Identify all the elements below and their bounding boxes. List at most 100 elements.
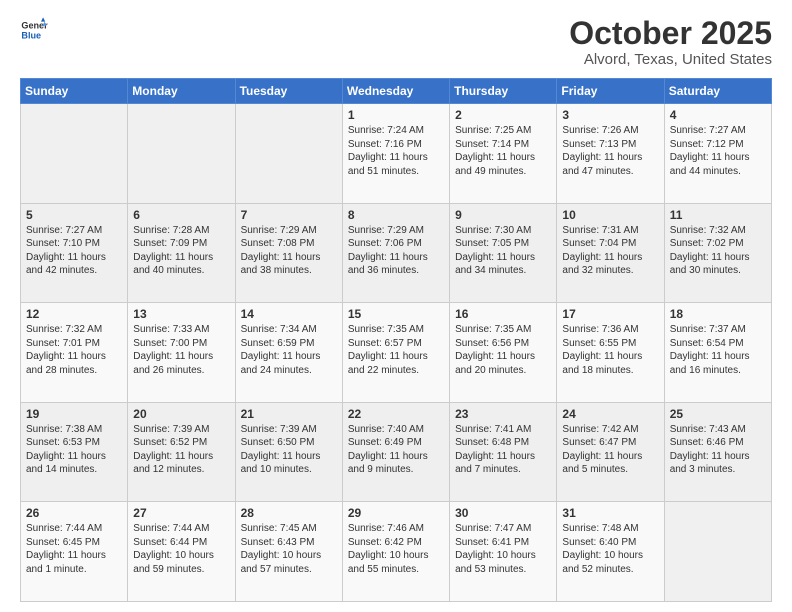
week-row-4: 19 Sunrise: 7:38 AM Sunset: 6:53 PM Dayli… [21,402,772,502]
svg-text:Blue: Blue [21,30,41,40]
day-number: 1 [348,108,444,122]
day-number: 11 [670,208,766,222]
day-info: Sunrise: 7:41 AM Sunset: 6:48 PM Dayligh… [455,423,551,477]
day-cell: 26Sunrise: 7:44 AM Sunset: 6:45 PM Dayli… [21,502,128,602]
day-number: 15 [348,307,444,321]
col-sunday: Sunday [21,79,128,104]
header-row: Sunday Monday Tuesday Wednesday Thursday… [21,79,772,104]
location: Alvord, Texas, United States [569,51,772,68]
week-row-5: 26Sunrise: 7:44 AM Sunset: 6:45 PM Dayli… [21,502,772,602]
day-number: 8 [348,208,444,222]
day-info: Sunrise: 7:42 AM Sunset: 6:47 PM Dayligh… [562,423,658,477]
day-cell: 12 Sunrise: 7:32 AM Sunset: 7:01 PM Dayli… [21,303,128,403]
day-info: Sunrise: 7:36 AM Sunset: 6:55 PM Dayligh… [562,323,658,377]
day-info: Sunrise: 7:43 AM Sunset: 6:46 PM Dayligh… [670,423,766,477]
calendar-header: Sunday Monday Tuesday Wednesday Thursday… [21,79,772,104]
day-cell: 1 Sunrise: 7:24 AM Sunset: 7:16 PM Daylig… [342,104,449,204]
col-monday: Monday [128,79,235,104]
day-cell: 28Sunrise: 7:45 AM Sunset: 6:43 PM Dayli… [235,502,342,602]
day-number: 29 [348,506,444,520]
day-number: 3 [562,108,658,122]
day-info: Sunrise: 7:24 AM Sunset: 7:16 PM Dayligh… [348,124,444,178]
day-number: 7 [241,208,337,222]
calendar-body: 1 Sunrise: 7:24 AM Sunset: 7:16 PM Daylig… [21,104,772,602]
day-number: 13 [133,307,229,321]
day-info: Sunrise: 7:26 AM Sunset: 7:13 PM Dayligh… [562,124,658,178]
day-cell: 2Sunrise: 7:25 AM Sunset: 7:14 PM Daylig… [450,104,557,204]
day-info: Sunrise: 7:38 AM Sunset: 6:53 PM Dayligh… [26,423,122,477]
day-number: 18 [670,307,766,321]
day-cell: 22Sunrise: 7:40 AM Sunset: 6:49 PM Dayli… [342,402,449,502]
day-cell: 11 Sunrise: 7:32 AM Sunset: 7:02 PM Dayli… [664,203,771,303]
day-info: Sunrise: 7:39 AM Sunset: 6:52 PM Dayligh… [133,423,229,477]
day-cell: 19 Sunrise: 7:38 AM Sunset: 6:53 PM Dayli… [21,402,128,502]
day-cell: 3 Sunrise: 7:26 AM Sunset: 7:13 PM Daylig… [557,104,664,204]
day-info: Sunrise: 7:29 AM Sunset: 7:08 PM Dayligh… [241,224,337,278]
day-cell: 24 Sunrise: 7:42 AM Sunset: 6:47 PM Dayli… [557,402,664,502]
day-number: 31 [562,506,658,520]
week-row-3: 12 Sunrise: 7:32 AM Sunset: 7:01 PM Dayli… [21,303,772,403]
day-info: Sunrise: 7:44 AM Sunset: 6:45 PM Dayligh… [26,522,122,576]
day-info: Sunrise: 7:30 AM Sunset: 7:05 PM Dayligh… [455,224,551,278]
week-row-2: 5Sunrise: 7:27 AM Sunset: 7:10 PM Daylig… [21,203,772,303]
day-cell: 21Sunrise: 7:39 AM Sunset: 6:50 PM Dayli… [235,402,342,502]
day-cell: 9 Sunrise: 7:30 AM Sunset: 7:05 PM Daylig… [450,203,557,303]
day-info: Sunrise: 7:32 AM Sunset: 7:01 PM Dayligh… [26,323,122,377]
day-info: Sunrise: 7:46 AM Sunset: 6:42 PM Dayligh… [348,522,444,576]
day-info: Sunrise: 7:48 AM Sunset: 6:40 PM Dayligh… [562,522,658,576]
day-number: 6 [133,208,229,222]
month-title: October 2025 [569,16,772,51]
day-number: 19 [26,407,122,421]
day-cell: 16Sunrise: 7:35 AM Sunset: 6:56 PM Dayli… [450,303,557,403]
day-info: Sunrise: 7:27 AM Sunset: 7:10 PM Dayligh… [26,224,122,278]
day-cell: 13 Sunrise: 7:33 AM Sunset: 7:00 PM Dayli… [128,303,235,403]
day-cell: 10Sunrise: 7:31 AM Sunset: 7:04 PM Dayli… [557,203,664,303]
logo: General Blue [20,16,48,44]
day-cell [21,104,128,204]
day-number: 17 [562,307,658,321]
day-cell: 14Sunrise: 7:34 AM Sunset: 6:59 PM Dayli… [235,303,342,403]
day-number: 9 [455,208,551,222]
day-cell: 27Sunrise: 7:44 AM Sunset: 6:44 PM Dayli… [128,502,235,602]
logo-icon: General Blue [20,16,48,44]
page: General Blue October 2025 Alvord, Texas,… [0,0,792,612]
day-number: 12 [26,307,122,321]
day-info: Sunrise: 7:37 AM Sunset: 6:54 PM Dayligh… [670,323,766,377]
day-number: 22 [348,407,444,421]
calendar-table: Sunday Monday Tuesday Wednesday Thursday… [20,78,772,602]
col-thursday: Thursday [450,79,557,104]
day-cell [128,104,235,204]
day-info: Sunrise: 7:29 AM Sunset: 7:06 PM Dayligh… [348,224,444,278]
col-saturday: Saturday [664,79,771,104]
day-info: Sunrise: 7:28 AM Sunset: 7:09 PM Dayligh… [133,224,229,278]
col-wednesday: Wednesday [342,79,449,104]
day-number: 23 [455,407,551,421]
day-info: Sunrise: 7:39 AM Sunset: 6:50 PM Dayligh… [241,423,337,477]
day-cell: 25Sunrise: 7:43 AM Sunset: 6:46 PM Dayli… [664,402,771,502]
day-number: 4 [670,108,766,122]
day-cell: 17 Sunrise: 7:36 AM Sunset: 6:55 PM Dayli… [557,303,664,403]
day-cell: 8 Sunrise: 7:29 AM Sunset: 7:06 PM Daylig… [342,203,449,303]
day-cell: 15 Sunrise: 7:35 AM Sunset: 6:57 PM Dayli… [342,303,449,403]
day-info: Sunrise: 7:35 AM Sunset: 6:57 PM Dayligh… [348,323,444,377]
day-cell: 7 Sunrise: 7:29 AM Sunset: 7:08 PM Daylig… [235,203,342,303]
day-cell: 29 Sunrise: 7:46 AM Sunset: 6:42 PM Dayli… [342,502,449,602]
title-block: October 2025 Alvord, Texas, United State… [569,16,772,68]
day-number: 28 [241,506,337,520]
day-cell: 18 Sunrise: 7:37 AM Sunset: 6:54 PM Dayli… [664,303,771,403]
day-info: Sunrise: 7:32 AM Sunset: 7:02 PM Dayligh… [670,224,766,278]
day-number: 16 [455,307,551,321]
day-cell: 23 Sunrise: 7:41 AM Sunset: 6:48 PM Dayli… [450,402,557,502]
day-info: Sunrise: 7:47 AM Sunset: 6:41 PM Dayligh… [455,522,551,576]
day-cell: 30 Sunrise: 7:47 AM Sunset: 6:41 PM Dayli… [450,502,557,602]
day-info: Sunrise: 7:31 AM Sunset: 7:04 PM Dayligh… [562,224,658,278]
day-number: 30 [455,506,551,520]
day-cell [235,104,342,204]
day-cell: 4Sunrise: 7:27 AM Sunset: 7:12 PM Daylig… [664,104,771,204]
day-info: Sunrise: 7:25 AM Sunset: 7:14 PM Dayligh… [455,124,551,178]
day-cell: 31 Sunrise: 7:48 AM Sunset: 6:40 PM Dayli… [557,502,664,602]
day-number: 14 [241,307,337,321]
day-number: 24 [562,407,658,421]
day-info: Sunrise: 7:33 AM Sunset: 7:00 PM Dayligh… [133,323,229,377]
col-tuesday: Tuesday [235,79,342,104]
